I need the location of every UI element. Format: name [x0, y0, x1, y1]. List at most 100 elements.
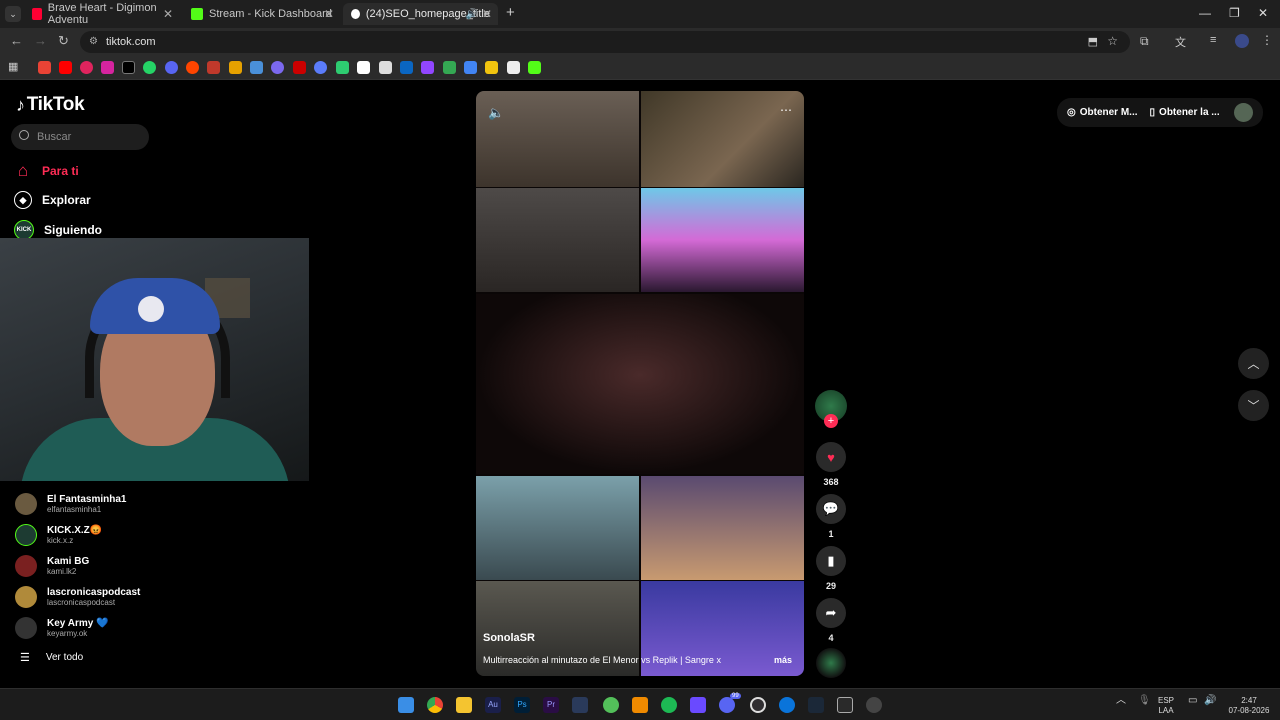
heart-icon[interactable]: ♥ [816, 442, 846, 472]
bookmark-icon[interactable] [336, 61, 349, 74]
site-info-icon[interactable]: ⚙ [89, 36, 98, 47]
user-avatar[interactable] [1234, 103, 1253, 122]
save-action[interactable]: ▮ 29 [815, 546, 847, 591]
windows-start-icon[interactable] [398, 697, 414, 713]
youtube-bookmark-icon[interactable] [59, 61, 72, 74]
minimize-icon[interactable]: — [1199, 6, 1211, 20]
following-account[interactable]: Key Army 💙 keyarmy.ok [15, 617, 109, 639]
get-app-button[interactable]: Obtener la ... [1159, 107, 1220, 118]
bookmark-icon[interactable] [271, 61, 284, 74]
reddit-bookmark-icon[interactable] [186, 61, 199, 74]
instagram-bookmark-icon[interactable] [101, 61, 114, 74]
following-account[interactable]: KICK.X.Z😡 kick.x.z [15, 524, 102, 546]
translate-icon[interactable]: 文 [1175, 34, 1186, 50]
follow-plus-icon[interactable]: + [824, 414, 838, 428]
trophy-bookmark-icon[interactable] [485, 61, 498, 74]
menu-icon[interactable]: ⋮ [1261, 33, 1273, 47]
apps-icon[interactable]: ▦ [8, 60, 18, 73]
video-author[interactable]: SonolaSR [483, 632, 535, 644]
audition-icon[interactable]: Au [485, 697, 501, 713]
tab-youtube[interactable]: Brave Heart - Digimon Adventu ✕ [24, 2, 179, 26]
following-account[interactable]: Kami BG kami.lk2 [15, 555, 89, 577]
author-avatar[interactable]: + [815, 390, 847, 428]
nav-explore[interactable]: ◆ Explorar [14, 191, 91, 209]
restore-icon[interactable]: ❐ [1229, 6, 1240, 20]
linkedin-bookmark-icon[interactable] [400, 61, 413, 74]
following-account[interactable]: El Fantasminha1 elfantasminha1 [15, 493, 126, 515]
steam-icon[interactable] [808, 697, 824, 713]
following-account[interactable]: lascronicaspodcast lascronicaspodcast [15, 586, 140, 608]
bookmark-icon[interactable] [507, 61, 520, 74]
tab-tiktok[interactable]: (24)SEO_homepage_title 🔊 ✕ [343, 3, 498, 25]
network-icon[interactable]: ▭ [1188, 696, 1197, 706]
tab-kick[interactable]: Stream - Kick Dashboard ✕ [183, 3, 340, 25]
tab-search-button[interactable]: ⌄ [5, 6, 21, 22]
bookmark-icon[interactable] [443, 61, 456, 74]
kick-bookmark-icon[interactable] [528, 61, 541, 74]
close-tab-icon[interactable]: ✕ [163, 7, 173, 21]
extensions-icon[interactable]: ⧉ [1140, 34, 1149, 49]
bookmark-icon[interactable] [207, 61, 220, 74]
bookmark-icon[interactable] [314, 61, 327, 74]
mic-icon[interactable]: 🎙 [1138, 696, 1151, 706]
new-tab-button[interactable]: + [506, 4, 515, 21]
tiktok-logo[interactable]: ♪ TikTok [16, 94, 85, 116]
forward-icon[interactable]: → [34, 33, 47, 48]
bookmark-star-icon[interactable]: ☆ [1107, 34, 1118, 48]
bookmark-icon[interactable] [464, 61, 477, 74]
prev-video-button[interactable]: ︿ [1238, 348, 1269, 379]
share-action[interactable]: ➦ 4 [815, 598, 847, 643]
file-explorer-icon[interactable] [456, 697, 472, 713]
app-icon[interactable] [572, 697, 588, 713]
epic-games-icon[interactable] [837, 697, 853, 713]
more-link[interactable]: más [774, 655, 792, 665]
install-icon[interactable]: ⬒ [1088, 35, 1098, 48]
volume-icon[interactable]: 🔊 [1204, 696, 1216, 706]
gmail-bookmark-icon[interactable] [38, 61, 51, 74]
discord-icon[interactable] [719, 697, 735, 713]
back-icon[interactable]: ← [10, 33, 23, 48]
spotify-icon[interactable] [661, 697, 677, 713]
tray-overflow-icon[interactable]: ︿ [1116, 696, 1126, 706]
address-bar[interactable]: ⚙ tiktok.com ⬒ ☆ [80, 31, 1130, 53]
clock[interactable]: 2:47 07-08-2026 [1224, 696, 1274, 716]
close-window-icon[interactable]: ✕ [1258, 6, 1268, 20]
nav-following[interactable]: KICK Siguiendo [14, 220, 102, 240]
get-coins-button[interactable]: Obtener M... [1080, 107, 1138, 118]
bookmark-icon[interactable] [421, 61, 434, 74]
video-player[interactable]: 🔈 ⋯ SonolaSR Multirreacción al minutazo … [476, 91, 804, 676]
mute-icon[interactable]: 🔈 [488, 105, 504, 121]
whatsapp-bookmark-icon[interactable] [143, 61, 156, 74]
comment-icon[interactable]: 💬 [816, 494, 846, 524]
app-icon[interactable] [779, 697, 795, 713]
vlc-icon[interactable] [632, 697, 648, 713]
bookmark-icon[interactable] [293, 61, 306, 74]
language-indicator[interactable]: ESP LAA [1158, 696, 1174, 716]
bookmark-icon[interactable] [80, 61, 93, 74]
bookmark-icon[interactable] [379, 61, 392, 74]
discord-bookmark-icon[interactable] [165, 61, 178, 74]
share-icon[interactable]: ➦ [816, 598, 846, 628]
bookmark-icon[interactable] [250, 61, 263, 74]
photoshop-icon[interactable]: Ps [514, 697, 530, 713]
obs-icon[interactable] [750, 697, 766, 713]
media-icon[interactable]: ≡ [1210, 34, 1216, 46]
x-bookmark-icon[interactable] [122, 61, 135, 74]
bookmark-icon[interactable] [229, 61, 242, 74]
comment-action[interactable]: 💬 1 [815, 494, 847, 539]
close-tab-icon[interactable]: ✕ [482, 7, 492, 21]
app-icon[interactable] [603, 697, 619, 713]
speaker-icon[interactable]: 🔊 [466, 9, 478, 20]
search-input[interactable]: Buscar [11, 124, 149, 150]
premiere-icon[interactable]: Pr [543, 697, 559, 713]
see-all-link[interactable]: ☰ Ver todo [20, 651, 83, 664]
bookmark-icon[interactable] [357, 61, 370, 74]
nav-for-you[interactable]: ⌂ Para ti [14, 161, 79, 180]
next-video-button[interactable]: ﹀ [1238, 390, 1269, 421]
like-action[interactable]: ♥ 368 [815, 442, 847, 487]
app-icon[interactable] [866, 697, 882, 713]
bookmark-icon[interactable]: ▮ [816, 546, 846, 576]
more-options-icon[interactable]: ⋯ [780, 103, 792, 117]
sound-disc[interactable] [815, 648, 847, 678]
reload-icon[interactable]: ↻ [58, 33, 69, 49]
